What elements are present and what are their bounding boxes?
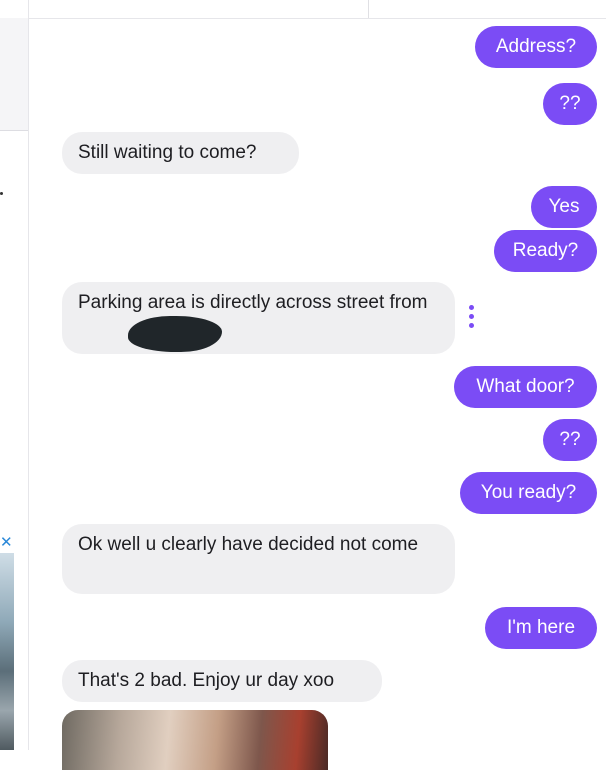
ad-close-icon[interactable]: ✕ xyxy=(0,534,13,552)
image-message[interactable] xyxy=(62,710,328,770)
message-text: That's 2 bad. Enjoy ur day xoo xyxy=(78,670,335,691)
header-divider xyxy=(29,18,606,19)
message-outgoing[interactable]: Yes xyxy=(531,186,597,228)
redacted-address-mark xyxy=(128,316,222,352)
message-text: Yes xyxy=(548,196,580,217)
message-text: Parking area is directly across street f… xyxy=(78,292,428,313)
message-text: Address? xyxy=(495,36,577,57)
message-incoming[interactable]: That's 2 bad. Enjoy ur day xoo xyxy=(62,660,382,702)
message-outgoing[interactable]: ?? xyxy=(543,83,597,125)
panel-divider xyxy=(28,0,29,750)
message-outgoing[interactable]: Ready? xyxy=(494,230,597,272)
message-outgoing[interactable]: ?? xyxy=(543,419,597,461)
message-incoming[interactable]: Still waiting to come? xyxy=(62,132,299,174)
message-outgoing[interactable]: Address? xyxy=(475,26,597,68)
message-text: ?? xyxy=(559,429,581,450)
message-outgoing[interactable]: What door? xyxy=(454,366,597,408)
message-text: I'm here xyxy=(506,617,576,638)
message-text: Ok well u clearly have decided not come xyxy=(78,534,419,555)
message-text: Still waiting to come? xyxy=(78,142,257,163)
left-panel-header xyxy=(0,18,28,131)
message-incoming[interactable]: Parking area is directly across street f… xyxy=(62,282,455,354)
message-text: Ready? xyxy=(512,240,579,261)
header-divider-fragment xyxy=(368,0,369,18)
message-outgoing[interactable]: You ready? xyxy=(460,472,597,514)
message-outgoing[interactable]: I'm here xyxy=(485,607,597,649)
left-panel-dot xyxy=(0,192,3,195)
message-text: What door? xyxy=(476,376,575,397)
message-text: You ready? xyxy=(480,482,577,503)
message-incoming[interactable]: Ok well u clearly have decided not come xyxy=(62,524,455,594)
ad-image[interactable] xyxy=(0,553,14,750)
more-vertical-icon[interactable] xyxy=(464,305,478,333)
message-text: ?? xyxy=(559,93,581,114)
